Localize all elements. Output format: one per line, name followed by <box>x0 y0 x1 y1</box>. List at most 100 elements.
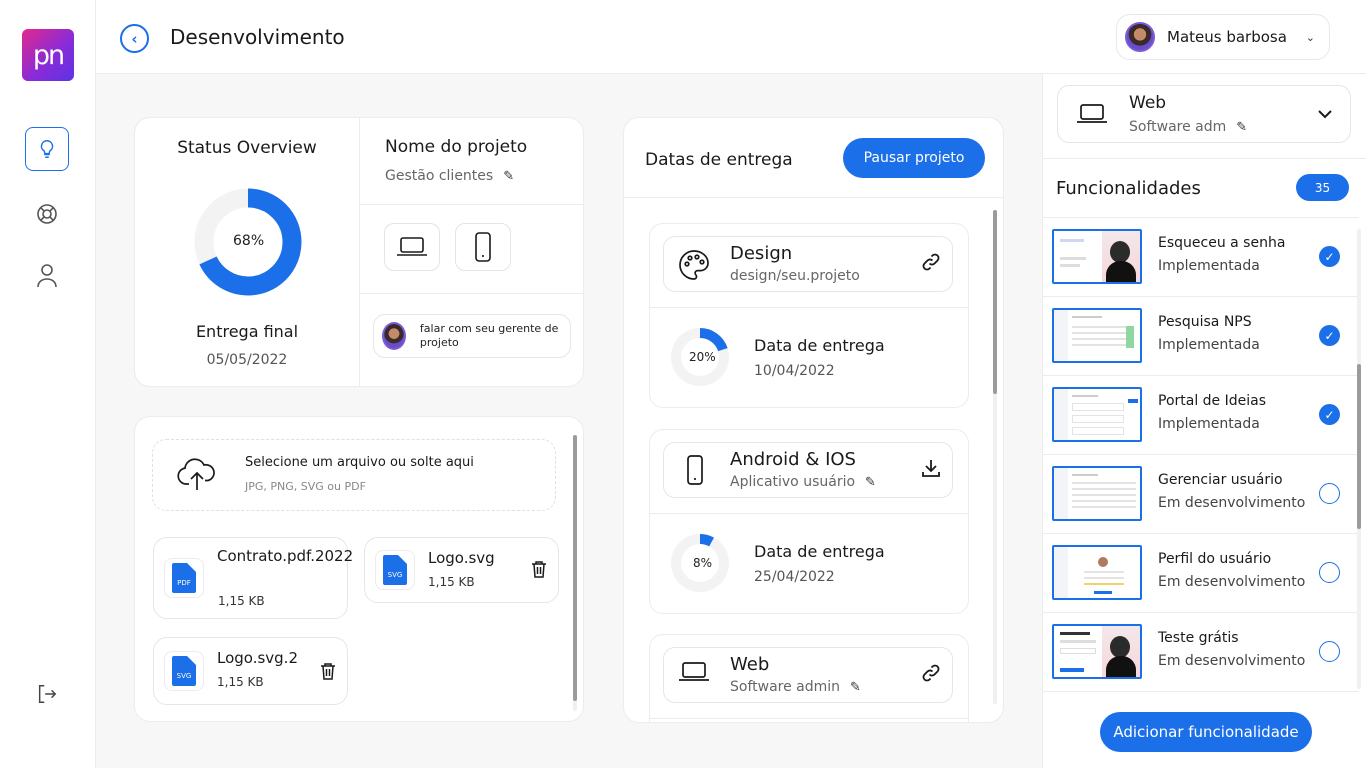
logout-button[interactable] <box>25 672 69 716</box>
project-subtitle: Gestão clientes ✎ <box>385 168 514 184</box>
features-panel: Web Software adm ✎ Funcionalidades 35 Esq… <box>1042 74 1366 768</box>
link-icon[interactable] <box>922 664 940 686</box>
top-header: ‹ Desenvolvimento Mateus barbosa ⌄ <box>96 0 1366 74</box>
laptop-icon <box>679 662 709 681</box>
features-scroll-thumb[interactable] <box>1357 364 1361 529</box>
app-logo[interactable]: pn <box>22 29 74 81</box>
chevron-down-icon <box>1318 110 1332 119</box>
divider <box>624 197 1003 198</box>
lifebuoy-icon <box>37 204 57 224</box>
svg-file-icon: SVG <box>164 651 204 691</box>
file-dropzone[interactable]: Selecione um arquivo ou solte aqui JPG, … <box>152 439 556 511</box>
feature-item[interactable]: Teste grátis Em desenvolvimento <box>1043 612 1359 691</box>
manager-avatar <box>382 322 406 350</box>
delivery-date-label: Data de entrega <box>754 336 885 355</box>
checked-icon[interactable]: ✓ <box>1319 404 1340 425</box>
divider <box>360 293 585 294</box>
edit-icon[interactable]: ✎ <box>850 680 861 695</box>
file-size: 1,15 KB <box>428 575 475 589</box>
delivery-item-title: Design <box>730 243 793 264</box>
delivery-title: Datas de entrega <box>645 150 793 170</box>
divider <box>360 204 585 205</box>
delivery-scroll-thumb[interactable] <box>993 210 997 394</box>
divider <box>1043 158 1366 159</box>
talk-to-manager-text: falar com seu gerente de projeto <box>419 322 559 349</box>
file-item[interactable]: SVG Logo.svg.2 1,15 KB <box>153 637 348 705</box>
platform-subtitle: Software adm ✎ <box>1129 119 1247 135</box>
delivery-item-subtitle: design/seu.projeto <box>730 268 860 284</box>
trash-icon[interactable] <box>531 560 547 582</box>
final-delivery-label: Entrega final <box>195 322 299 341</box>
status-card: Status Overview 68% Entrega final 05/05/… <box>134 117 585 387</box>
divider <box>1043 691 1359 692</box>
delivery-date: 10/04/2022 <box>754 363 835 379</box>
project-subtitle-text: Gestão clientes <box>385 168 494 184</box>
feature-name: Portal de Ideias <box>1158 393 1267 409</box>
link-icon[interactable] <box>922 253 940 275</box>
delivery-item-header[interactable]: Android & IOS Aplicativo usuário ✎ <box>663 442 953 498</box>
add-feature-button[interactable]: Adicionar funcionalidade <box>1100 712 1312 752</box>
user-menu[interactable]: Mateus barbosa ⌄ <box>1116 14 1330 60</box>
back-button[interactable]: ‹ <box>120 24 149 53</box>
logout-icon <box>38 685 57 703</box>
laptop-device-button[interactable] <box>384 223 440 271</box>
delivery-item: Design design/seu.projeto 20% Data de en… <box>649 223 969 408</box>
edit-icon[interactable]: ✎ <box>503 169 514 184</box>
delivery-item-subtitle-text: Aplicativo usuário <box>730 474 856 490</box>
feature-item[interactable]: Pesquisa NPS Implementada ✓ <box>1043 296 1359 375</box>
sidebar-item-profile[interactable] <box>25 253 69 297</box>
feature-status: Implementada <box>1158 258 1260 274</box>
cloud-upload-icon <box>177 458 215 490</box>
platform-select[interactable]: Web Software adm ✎ <box>1057 85 1351 143</box>
phone-icon <box>475 232 491 262</box>
sidebar-item-support[interactable] <box>25 192 69 236</box>
feature-name: Perfil do usuário <box>1158 551 1272 567</box>
delivery-item: Web Software admin ✎ <box>649 634 969 722</box>
edit-icon[interactable]: ✎ <box>865 475 876 490</box>
page-title: Desenvolvimento <box>170 25 345 49</box>
unchecked-icon[interactable] <box>1319 483 1340 504</box>
file-item[interactable]: SVG Logo.svg 1,15 KB <box>364 537 559 603</box>
chevron-left-icon: ‹ <box>131 29 138 48</box>
trash-icon[interactable] <box>320 662 336 684</box>
edit-icon[interactable]: ✎ <box>1236 120 1247 135</box>
feature-status: Implementada <box>1158 416 1260 432</box>
delivery-item: Android & IOS Aplicativo usuário ✎ 8% Dat… <box>649 429 969 614</box>
feature-status: Em desenvolvimento <box>1158 574 1306 590</box>
file-item[interactable]: PDF Contrato.pdf.2022 1,15 KB <box>153 537 353 619</box>
pdf-file-icon: PDF <box>164 558 204 598</box>
upload-scroll-thumb[interactable] <box>573 435 577 701</box>
phone-device-button[interactable] <box>455 223 511 271</box>
phone-icon <box>687 455 703 485</box>
feature-item[interactable]: Perfil do usuário Em desenvolvimento <box>1043 533 1359 612</box>
feature-item[interactable]: Gerenciar usuário Em desenvolvimento <box>1043 454 1359 533</box>
pause-project-button[interactable]: Pausar projeto <box>843 138 985 178</box>
delivery-item-title: Android & IOS <box>730 449 856 470</box>
delivery-item-header[interactable]: Web Software admin ✎ <box>663 647 953 703</box>
feature-name: Teste grátis <box>1158 630 1239 646</box>
divider <box>650 513 968 514</box>
chevron-down-icon: ⌄ <box>1305 30 1315 44</box>
project-name-title: Nome do projeto <box>385 137 528 157</box>
sidebar-item-ideas[interactable] <box>25 127 69 171</box>
feature-item[interactable]: Esqueceu a senha Implementada ✓ <box>1043 217 1359 296</box>
delivery-item-subtitle: Aplicativo usuário ✎ <box>730 474 876 490</box>
checked-icon[interactable]: ✓ <box>1319 246 1340 267</box>
progress-label: 20% <box>689 350 716 364</box>
feature-item[interactable]: Portal de Ideias Implementada ✓ <box>1043 375 1359 454</box>
platform-subtitle-text: Software adm <box>1129 119 1227 135</box>
unchecked-icon[interactable] <box>1319 562 1340 583</box>
file-name: Logo.svg <box>428 549 495 567</box>
laptop-icon <box>397 237 427 256</box>
checked-icon[interactable]: ✓ <box>1319 325 1340 346</box>
download-icon[interactable] <box>922 459 940 481</box>
avatar <box>1125 22 1155 52</box>
features-count-badge: 35 <box>1296 174 1349 201</box>
main-content: Status Overview 68% Entrega final 05/05/… <box>96 74 1042 768</box>
divider <box>650 718 968 719</box>
talk-to-manager-button[interactable]: falar com seu gerente de projeto <box>373 314 571 358</box>
status-overview-title: Status Overview <box>177 138 317 158</box>
delivery-item-header[interactable]: Design design/seu.projeto <box>663 236 953 292</box>
unchecked-icon[interactable] <box>1319 641 1340 662</box>
delivery-date-label: Data de entrega <box>754 542 885 561</box>
